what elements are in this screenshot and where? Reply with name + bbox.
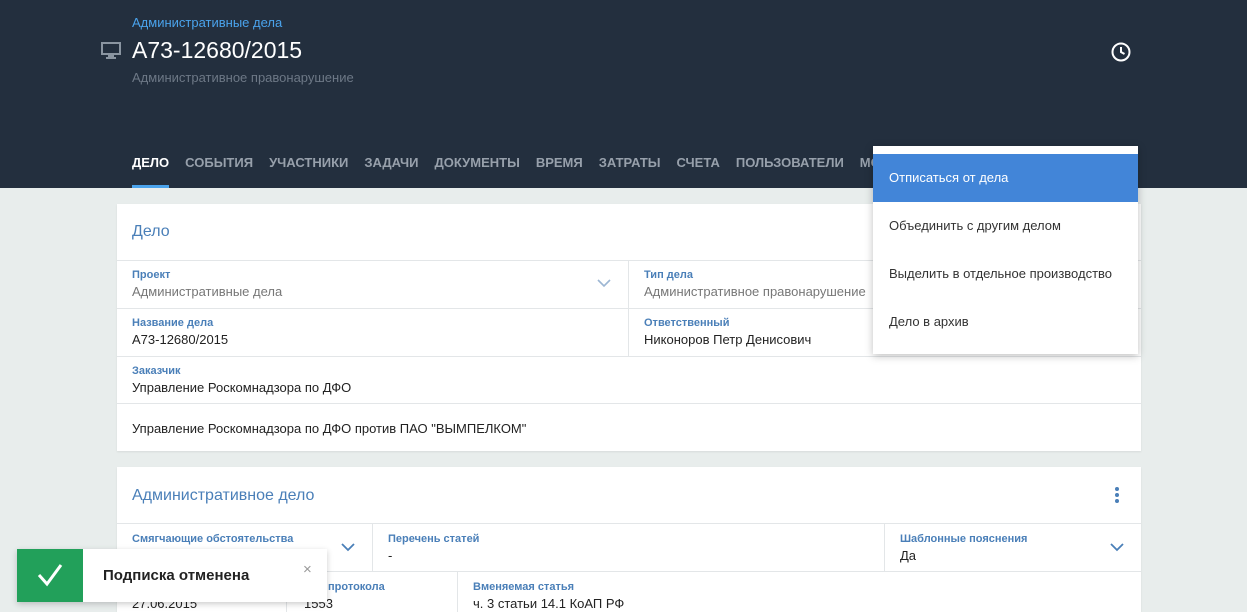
client-value: Управление Роскомнадзора по ДФО: [132, 380, 352, 395]
client-label: Заказчик: [132, 365, 181, 377]
case-card-title: Дело: [132, 223, 170, 240]
more-vert-icon[interactable]: [1112, 487, 1122, 505]
tab-expenses[interactable]: ЗАТРАТЫ: [599, 154, 661, 188]
description-field[interactable]: Управление Роскомнадзора по ДФО против П…: [132, 421, 526, 436]
menu-item-split-case[interactable]: Выделить в отдельное производство: [873, 250, 1138, 298]
chevron-down-icon[interactable]: [341, 543, 355, 552]
articles-list-value: -: [388, 548, 393, 563]
case-type-value: Административное правонарушение: [644, 284, 866, 299]
divider: [117, 403, 1141, 404]
tab-case[interactable]: ДЕЛО: [132, 154, 170, 188]
template-notes-field[interactable]: Шаблонные пояснения Да: [900, 533, 1027, 563]
responsible-value: Никоноров Петр Денисович: [644, 332, 812, 347]
case-type-label: Тип дела: [644, 269, 693, 281]
responsible-field[interactable]: Ответственный Никоноров Петр Денисович: [644, 317, 811, 347]
client-field[interactable]: Заказчик Управление Роскомнадзора по ДФО: [132, 365, 351, 395]
tab-users[interactable]: ПОЛЬЗОВАТЕЛИ: [736, 154, 844, 188]
project-label: Проект: [132, 269, 171, 281]
tab-time[interactable]: ВРЕМЯ: [536, 154, 583, 188]
toast-status: [17, 549, 83, 602]
clock-icon[interactable]: [1110, 41, 1132, 63]
divider: [117, 523, 1141, 524]
divider: [117, 356, 1141, 357]
check-icon: [37, 564, 63, 587]
case-name-label: Название дела: [132, 317, 214, 329]
tab-invoices[interactable]: СЧЕТА: [676, 154, 719, 188]
articles-list-field[interactable]: Перечень статей -: [388, 533, 479, 563]
imputed-article-field[interactable]: Вменяемая статья ч. 3 статьи 14.1 КоАП Р…: [473, 581, 624, 611]
tab-documents[interactable]: ДОКУМЕНТЫ: [435, 154, 520, 188]
menu-item-merge-case[interactable]: Объединить с другим делом: [873, 202, 1138, 250]
close-icon[interactable]: ×: [303, 561, 312, 578]
case-name-value: А73-12680/2015: [132, 332, 229, 347]
case-actions-menu: Отписаться от дела Объединить с другим д…: [873, 146, 1138, 354]
tab-participants[interactable]: УЧАСТНИКИ: [269, 154, 348, 188]
template-notes-value: Да: [900, 548, 917, 563]
template-notes-label: Шаблонные пояснения: [900, 533, 1028, 545]
page-subtitle: Административное правонарушение: [132, 70, 354, 85]
tab-bar: ДЕЛО СОБЫТИЯ УЧАСТНИКИ ЗАДАЧИ ДОКУМЕНТЫ …: [132, 154, 919, 188]
imputed-article-value: ч. 3 статьи 14.1 КоАП РФ: [473, 596, 625, 611]
case-type-field[interactable]: Тип дела Административное правонарушение: [644, 269, 866, 299]
divider: [372, 523, 373, 571]
responsible-label: Ответственный: [644, 317, 730, 329]
imputed-article-label: Вменяемая статья: [473, 581, 575, 593]
admin-case-card-title: Административное дело: [132, 487, 315, 504]
tab-tasks[interactable]: ЗАДАЧИ: [364, 154, 418, 188]
page-title: А73-12680/2015: [132, 37, 303, 63]
mitigating-label: Смягчающие обстоятельства: [132, 533, 294, 545]
divider: [457, 571, 458, 612]
menu-item-unsubscribe[interactable]: Отписаться от дела: [873, 154, 1138, 202]
breadcrumb[interactable]: Административные дела: [132, 15, 282, 30]
menu-item-archive-case[interactable]: Дело в архив: [873, 298, 1138, 346]
tab-events[interactable]: СОБЫТИЯ: [185, 154, 253, 188]
monitor-icon: [101, 42, 121, 59]
case-name-field[interactable]: Название дела А73-12680/2015: [132, 317, 228, 347]
chevron-down-icon[interactable]: [1110, 543, 1124, 552]
project-field[interactable]: Проект Административные дела: [132, 269, 282, 299]
description-value: Управление Роскомнадзора по ДФО против П…: [132, 421, 527, 436]
toast-message: Подписка отменена: [103, 567, 250, 584]
articles-list-label: Перечень статей: [388, 533, 480, 545]
toast-notification: Подписка отменена ×: [17, 549, 327, 602]
divider: [884, 523, 885, 571]
chevron-down-icon[interactable]: [597, 279, 611, 288]
project-value: Административные дела: [132, 284, 283, 299]
